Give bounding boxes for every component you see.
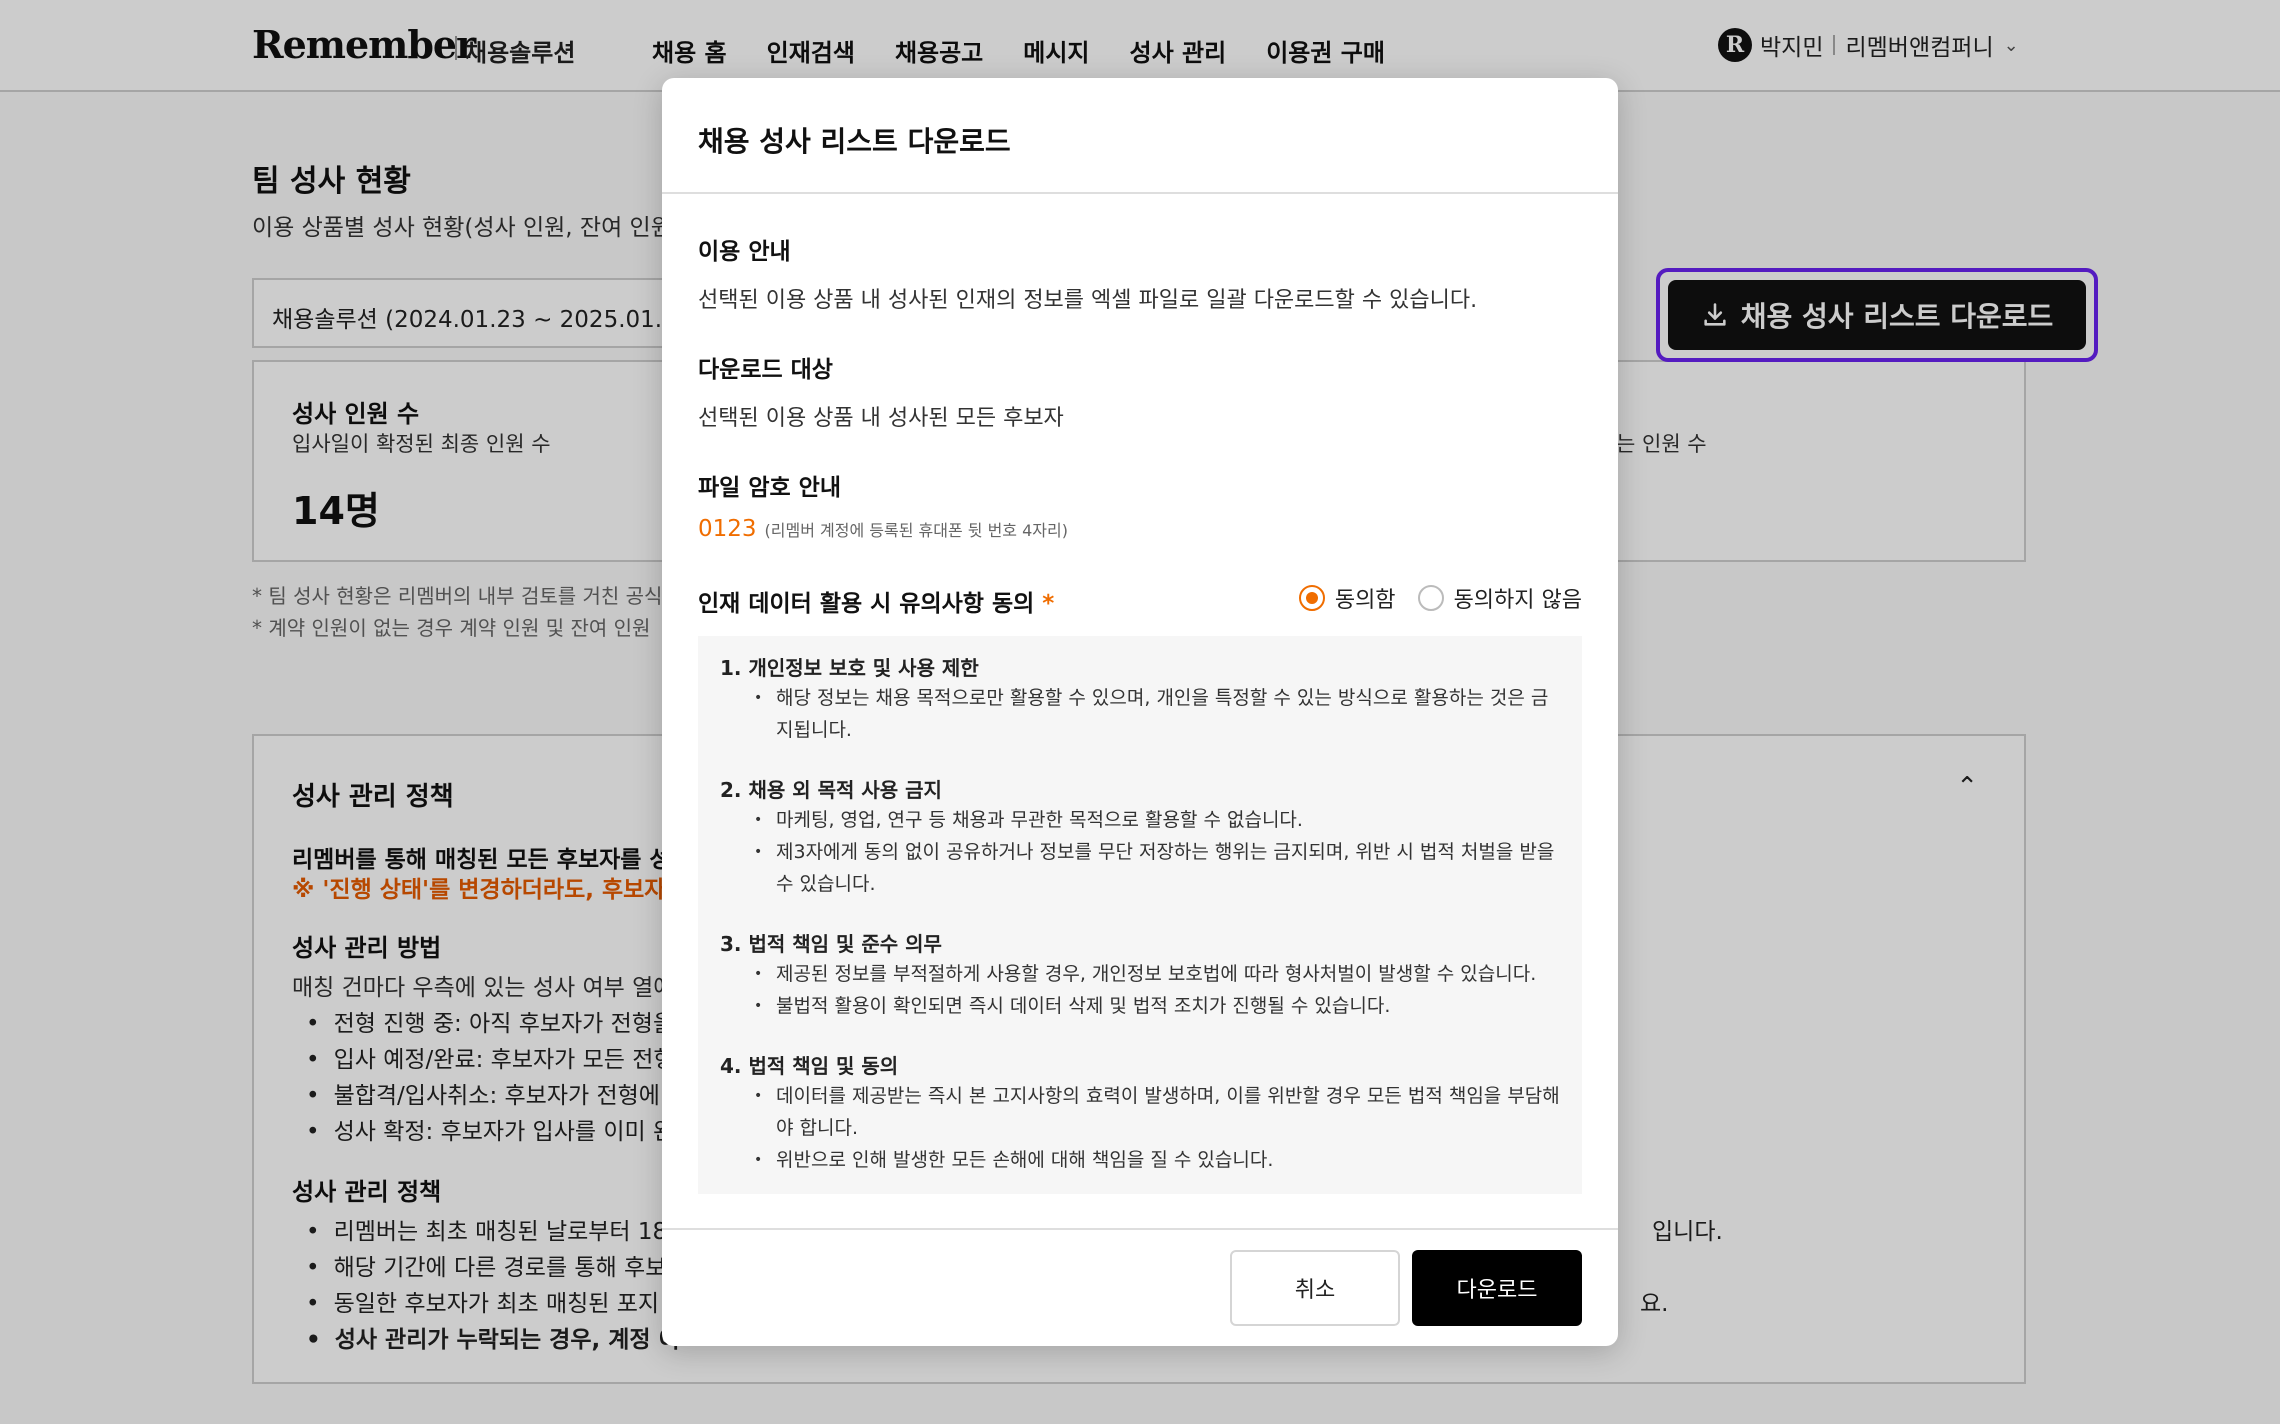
agree-radio[interactable]: 동의함 [1298,582,1396,614]
term-spacer [720,900,1560,922]
consent-label: 인재 데이터 활용 시 유의사항 동의 * [698,584,1054,618]
password-hint: (리멤버 계정에 등록된 휴대폰 뒷 번호 4자리) [764,521,1068,540]
term-item: 불법적 활용이 확인되면 즉시 데이터 삭제 및 법적 조치가 진행될 수 있습… [720,990,1560,1022]
radio-empty-icon [1417,585,1444,611]
cancel-button[interactable]: 취소 [1230,1250,1400,1326]
term-heading: 3. 법적 책임 및 준수 의무 [720,932,942,956]
password-label: 파일 암호 안내 [698,475,841,501]
term-heading: 1. 개인정보 보호 및 사용 제한 [720,656,979,680]
term-item: 마케팅, 영업, 연구 등 채용과 무관한 목적으로 활용할 수 없습니다. [720,804,1560,836]
agree-label: 동의함 [1334,588,1396,613]
modal-title: 채용 성사 리스트 다운로드 [698,125,1011,158]
term-item-continued: 야 합니다. [720,1112,1560,1144]
password-code: 0123 [698,516,757,542]
disagree-radio[interactable]: 동의하지 않음 [1417,582,1582,614]
terms-box[interactable]: 1. 개인정보 보호 및 사용 제한 해당 정보는 채용 목적으로만 활용할 수… [698,636,1582,1194]
term-item-text: 야 합니다. [776,1117,858,1139]
modal-header: 채용 성사 리스트 다운로드 [662,78,1618,194]
modal-footer: 취소 다운로드 [662,1228,1618,1346]
password-info: 0123 (리멤버 계정에 등록된 휴대폰 뒷 번호 4자리) [698,516,1068,542]
term-item-continued: 지됩니다. [720,714,1560,746]
consent-radio-group: 동의함 동의하지 않음 [1277,582,1582,614]
term-item: 해당 정보는 채용 목적으로만 활용할 수 있으며, 개인을 특정할 수 있는 … [720,682,1560,714]
target-text: 선택된 이용 상품 내 성사된 모든 후보자 [698,406,1064,431]
term-item: 위반으로 인해 발생한 모든 손해에 대해 책임을 질 수 있습니다. [720,1144,1560,1176]
target-label: 다운로드 대상 [698,357,833,383]
term-heading: 4. 법적 책임 및 동의 [720,1054,899,1078]
term-item: 제3자에게 동의 없이 공유하거나 정보를 무단 저장하는 행위는 금지되며, … [720,836,1560,868]
required-mark: * [1042,591,1055,617]
usage-text: 선택된 이용 상품 내 성사된 인재의 정보를 엑셀 파일로 일괄 다운로드할 … [698,288,1478,313]
term-spacer [720,1022,1560,1044]
term-spacer [720,746,1560,768]
usage-label: 이용 안내 [698,239,791,265]
radio-selected-icon [1298,585,1325,611]
term-item-text: 수 있습니다. [776,873,876,895]
term-item: 제공된 정보를 부적절하게 사용할 경우, 개인정보 보호법에 따라 형사처벌이… [720,958,1560,990]
term-item-text: 지됩니다. [776,719,852,741]
download-modal: 채용 성사 리스트 다운로드 이용 안내 선택된 이용 상품 내 성사된 인재의… [662,78,1618,1346]
disagree-label: 동의하지 않음 [1453,588,1582,613]
download-button[interactable]: 다운로드 [1412,1250,1582,1326]
consent-label-text: 인재 데이터 활용 시 유의사항 동의 [698,591,1035,617]
term-item-continued: 수 있습니다. [720,868,1560,900]
term-heading: 2. 채용 외 목적 사용 금지 [720,778,942,802]
term-item: 데이터를 제공받는 즉시 본 고지사항의 효력이 발생하며, 이를 위반할 경우… [720,1080,1560,1112]
